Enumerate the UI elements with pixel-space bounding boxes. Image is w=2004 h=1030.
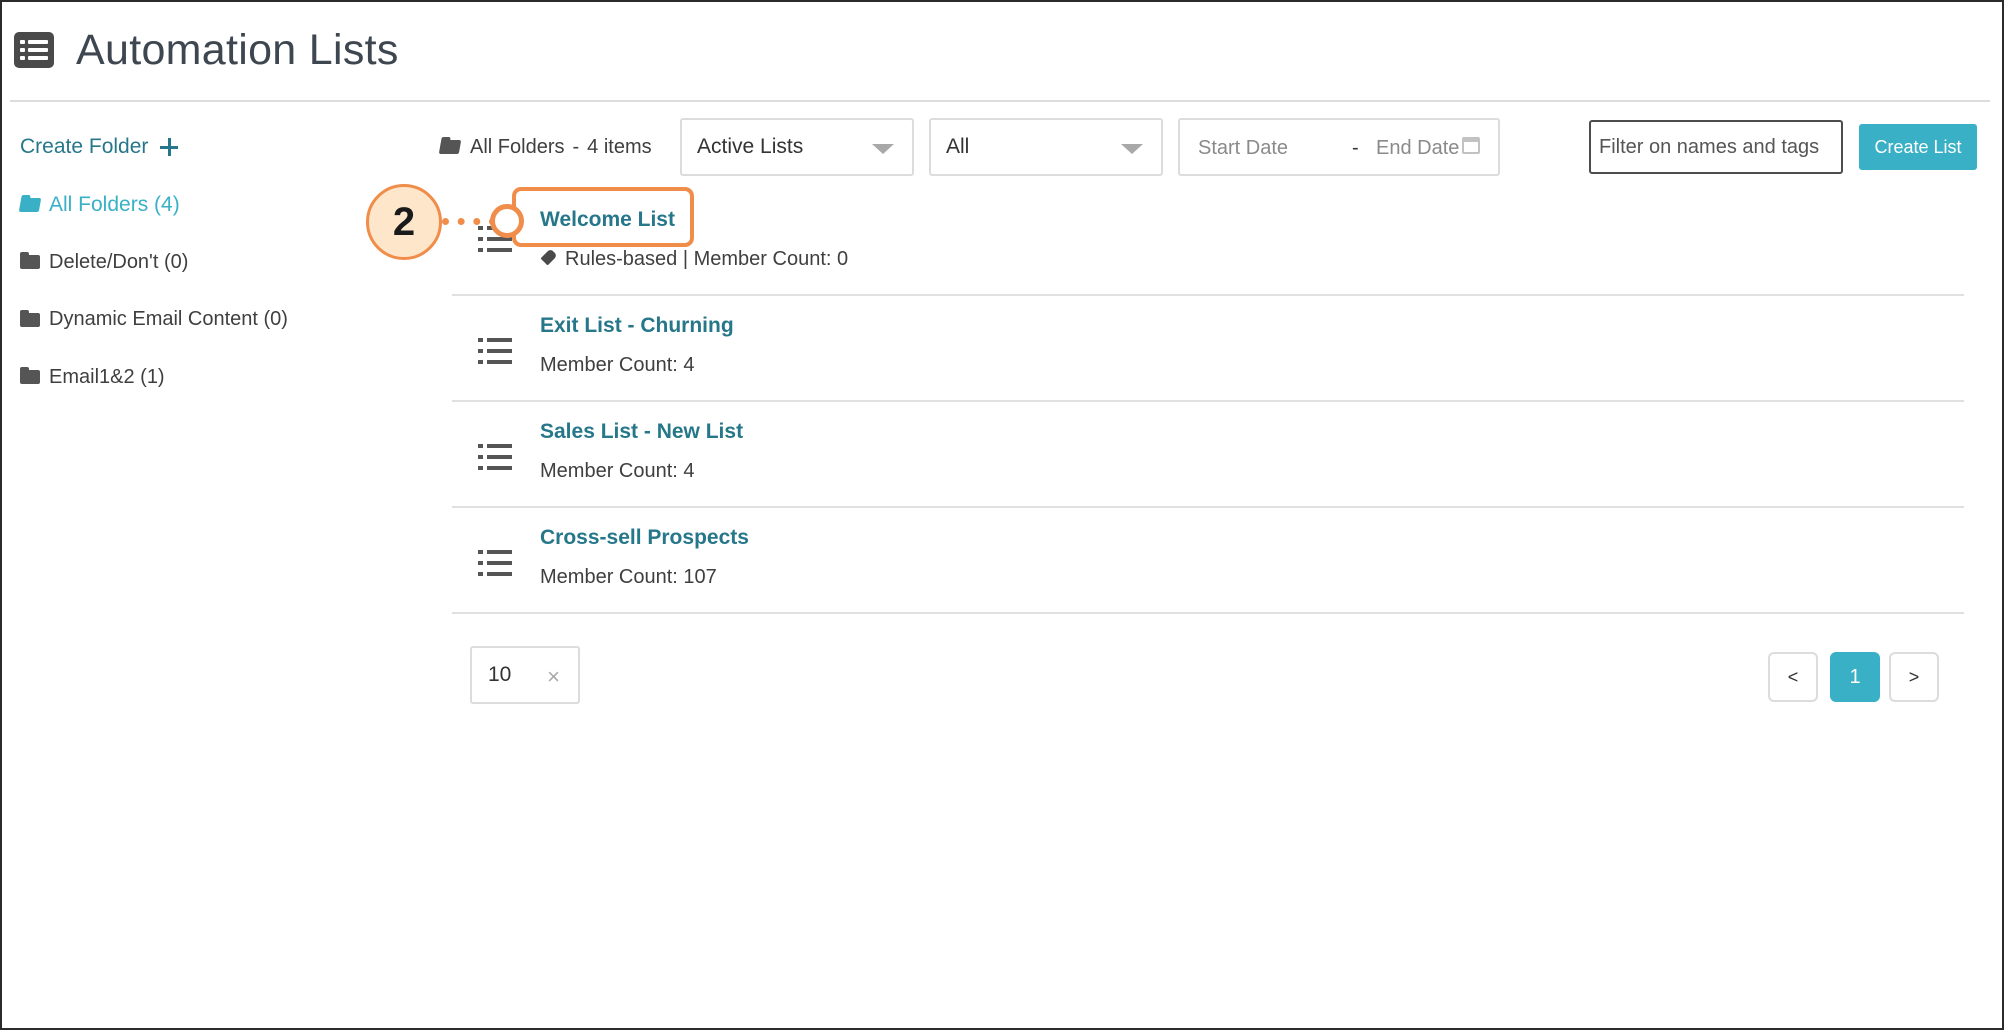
folder-open-icon [18, 197, 42, 212]
page-title: Automation Lists [76, 25, 399, 74]
callout-dot [490, 204, 524, 238]
current-page-button[interactable]: 1 [1830, 652, 1880, 702]
current-folder-indicator: All Folders - 4 items [438, 118, 652, 176]
create-list-button[interactable]: Create List [1859, 124, 1977, 170]
sidebar-item-email1-2[interactable]: Email1&2 (1) [20, 358, 400, 396]
clear-icon[interactable]: × [547, 664, 560, 690]
create-folder-button[interactable]: Create Folder [20, 128, 400, 166]
date-range-separator: - [1352, 137, 1359, 159]
folder-icon [20, 367, 40, 384]
list-title-link[interactable]: Cross-sell Prospects [540, 526, 749, 550]
list-icon [14, 32, 54, 68]
list-meta-text: Member Count: 4 [540, 460, 695, 482]
sidebar-item-delete-dont[interactable]: Delete/Don't (0) [20, 243, 400, 281]
page-size-select[interactable]: 10 × [470, 646, 580, 704]
list-title-link[interactable]: Exit List - Churning [540, 314, 734, 338]
chevron-down-icon [872, 144, 894, 154]
next-page-button[interactable]: > [1889, 652, 1939, 702]
item-count: 4 items [587, 135, 652, 158]
sidebar-item-label: Email1&2 (1) [49, 365, 165, 388]
folder-count-separator: - [572, 135, 580, 158]
folder-icon [20, 309, 40, 327]
filter-input[interactable] [1589, 120, 1843, 174]
page-header: Automation Lists [14, 20, 399, 80]
end-date-field[interactable]: End Date [1376, 137, 1459, 160]
page-size-value: 10 [488, 663, 512, 686]
folder-icon [20, 252, 40, 269]
list-status-value: Active Lists [697, 135, 804, 158]
list-icon [478, 338, 512, 364]
list-toolbar: All Folders - 4 items Active Lists All S… [438, 118, 1980, 176]
highlight-box [512, 187, 694, 247]
tag-icon [540, 248, 558, 265]
list-meta: Member Count: 4 [540, 354, 695, 377]
list-meta: Member Count: 107 [540, 566, 717, 589]
start-date-field[interactable]: Start Date [1198, 137, 1288, 160]
step-badge: 2 [366, 184, 442, 260]
chevron-down-icon [1121, 144, 1143, 154]
folder-open-icon [438, 140, 462, 154]
list-title-link[interactable]: Sales List - New List [540, 420, 743, 444]
list-type-select[interactable]: All [929, 118, 1163, 176]
list-item[interactable]: Exit List - Churning Member Count: 4 [452, 296, 1964, 402]
list-meta-text: Rules-based | Member Count: 0 [565, 248, 849, 270]
list-icon [478, 550, 512, 576]
header-divider [10, 100, 1990, 102]
list-type-value: All [946, 135, 970, 158]
current-folder-label: All Folders [470, 135, 565, 158]
sidebar-item-dynamic-email-content[interactable]: Dynamic Email Content (0) [20, 301, 400, 339]
create-folder-label: Create Folder [20, 135, 149, 158]
date-range-picker[interactable]: Start Date - End Date [1178, 118, 1500, 176]
sidebar-item-label: Dynamic Email Content (0) [49, 308, 288, 330]
callout-connector [442, 218, 496, 225]
list-item[interactable]: Cross-sell Prospects Member Count: 107 [452, 508, 1964, 614]
folder-sidebar: Create Folder All Folders (4) Delete/Don… [18, 128, 400, 396]
calendar-icon[interactable] [1462, 137, 1480, 154]
sidebar-item-label: Delete/Don't (0) [49, 250, 189, 273]
list-meta: Member Count: 4 [540, 460, 695, 483]
list-meta: Rules-based | Member Count: 0 [540, 248, 848, 271]
list-status-select[interactable]: Active Lists [680, 118, 914, 176]
list-item[interactable]: Sales List - New List Member Count: 4 [452, 402, 1964, 508]
automation-list: Welcome List Rules-based | Member Count:… [452, 190, 1964, 614]
list-meta-text: Member Count: 107 [540, 566, 717, 588]
sidebar-item-all-folders[interactable]: All Folders (4) [18, 186, 400, 224]
sidebar-item-label: All Folders (4) [49, 192, 180, 216]
list-meta-text: Member Count: 4 [540, 354, 695, 376]
prev-page-button[interactable]: < [1768, 652, 1818, 702]
plus-icon [160, 138, 179, 156]
list-icon [478, 444, 512, 470]
